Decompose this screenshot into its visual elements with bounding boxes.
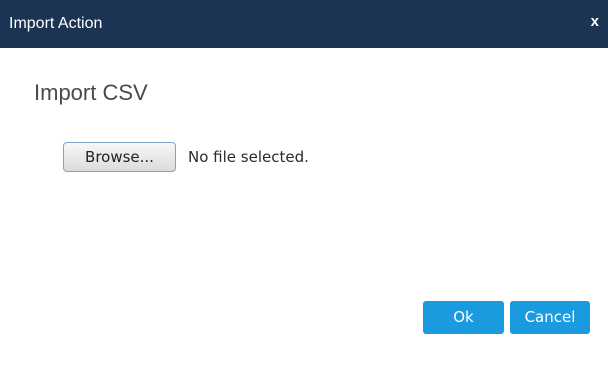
browse-button[interactable]: Browse... [63, 142, 176, 172]
dialog-titlebar: Import Action x [0, 0, 608, 48]
import-action-dialog: Import Action x Import CSV Browse... No … [0, 0, 608, 369]
cancel-button[interactable]: Cancel [510, 301, 590, 334]
dialog-title: Import Action [9, 15, 103, 32]
file-status-text: No file selected. [188, 148, 309, 166]
section-title: Import CSV [34, 80, 148, 105]
close-icon[interactable]: x [591, 13, 599, 31]
ok-button[interactable]: Ok [423, 301, 504, 334]
